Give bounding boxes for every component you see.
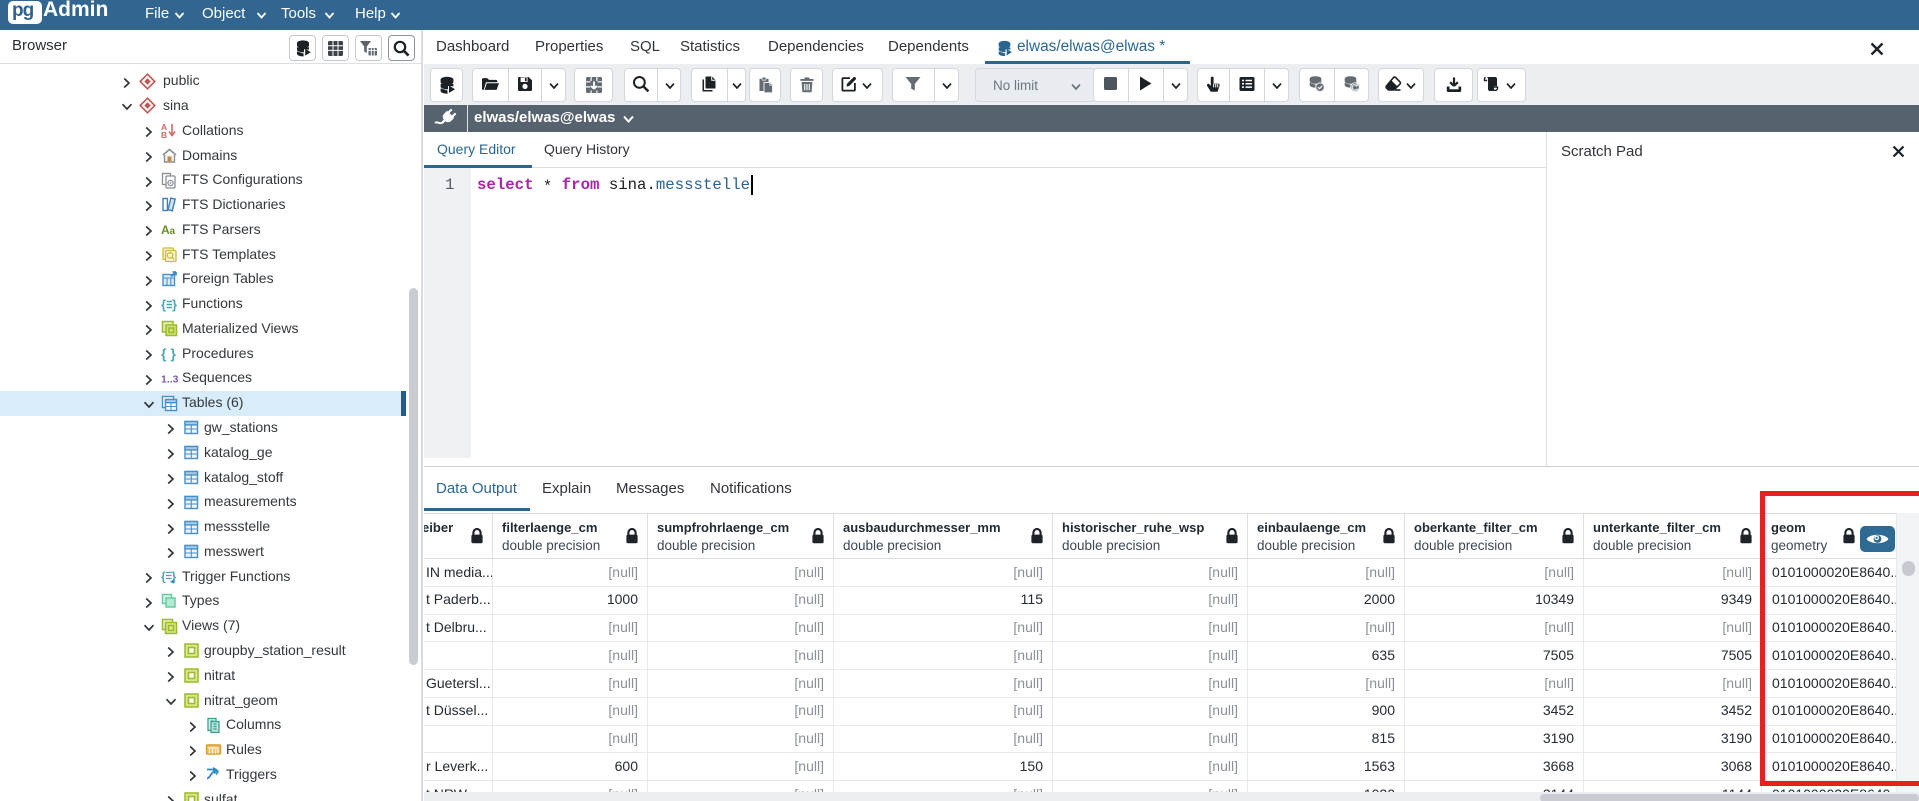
svg-text:B: B bbox=[161, 130, 167, 139]
svg-text:{: { bbox=[161, 297, 166, 312]
svg-text:{: { bbox=[161, 570, 166, 584]
svg-text:}: } bbox=[172, 297, 177, 312]
svg-text:}: } bbox=[171, 346, 177, 362]
svg-text:a: a bbox=[170, 226, 176, 237]
svg-text:1..3: 1..3 bbox=[161, 373, 178, 385]
svg-text:{: { bbox=[161, 346, 167, 362]
